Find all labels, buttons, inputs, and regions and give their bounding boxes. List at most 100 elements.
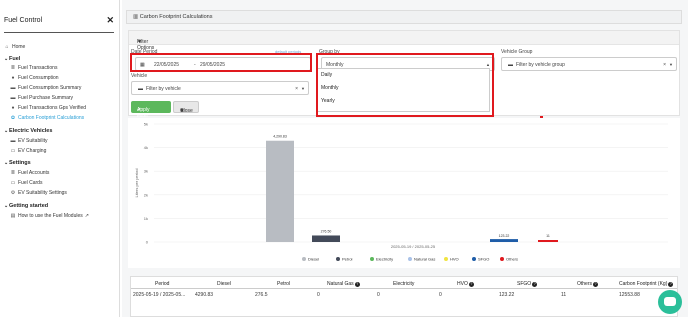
bar-sfgo [490,239,518,242]
col-header-sfgo[interactable]: SFGO? [517,281,538,287]
summary-table: Period Diesel Petrol Natural Gas? Electr… [130,276,678,317]
sidebar-item-ev-charging[interactable]: ▭ EV Charging [10,148,47,154]
help-icon[interactable]: ? [532,282,538,287]
vehicle-group-select[interactable]: ▬ Filter by vehicle group × ▼ [501,57,677,71]
x-tick-label: 2025-05-19 / 2025-05-25 [391,244,436,249]
close-filter-button[interactable]: ✖ Close [173,101,199,114]
col-header-carbon-footprint[interactable]: Carbon Footprint (Kg)? [619,281,674,287]
sidebar-header: Fuel Control ✕ [4,15,114,33]
list-icon: ≣ [10,65,16,71]
clear-icon[interactable]: × [295,86,298,92]
main-content: ▥ Carbon Footprint Calculations ▼ Filter… [122,0,688,317]
data-label: 123.22 [499,234,510,238]
page-title: Carbon Footprint Calculations [139,14,213,20]
apply-filter-button[interactable]: ✔ Apply Filter [131,101,171,119]
sidebar-section-electric-vehicles[interactable]: ⌄Electric Vehicles [4,128,52,134]
table-cell-carbon-footprint: 12553.88 [619,292,640,298]
battery-icon: ▭ [10,148,16,154]
vehicle-group-label: Vehicle Group [501,49,533,55]
highlight-date-period [130,53,312,72]
drop-icon: ● [11,105,15,111]
col-header-diesel[interactable]: Diesel [217,281,231,287]
vehicle-label: Vehicle [131,73,148,79]
sidebar-item-fuel-cards[interactable]: ▭ Fuel Cards [10,180,43,186]
y-tick-label: 0 [146,240,149,245]
sidebar-title: Fuel Control [4,17,43,24]
table-cell-petrol: 276.5 [255,292,268,298]
chat-icon [664,297,676,306]
car-icon: ▬ [10,95,16,101]
y-tick-label: 2k [144,192,148,197]
table-cell-natural-gas: 0 [317,292,320,298]
legend-label: SFGO [478,257,489,262]
chat-button[interactable] [658,290,682,314]
car-icon: ▬ [138,86,143,92]
data-label: 11 [546,234,550,238]
list-icon: ≣ [10,170,16,176]
y-tick-label: 1k [144,216,148,221]
filter-title-bar[interactable]: ▼ Filter Options [129,31,679,51]
bar-diesel [266,140,294,242]
vehicle-placeholder: Filter by vehicle [146,86,181,92]
col-header-electricity[interactable]: Electricity [393,281,414,287]
leaf-icon: ✿ [10,115,16,121]
col-header-period[interactable]: Period [155,281,169,287]
sidebar-item-how-to-use[interactable]: ▤ How to use the Fuel Modules ↗ [10,213,89,219]
table-cell-others: 11 [561,292,567,298]
help-icon[interactable]: ? [354,282,360,287]
sidebar-item-fuel-consumption[interactable]: ● Fuel Consumption [10,75,58,81]
sidebar-section-settings[interactable]: ⌄Settings [4,160,31,166]
gear-icon: ⚙ [10,190,16,196]
legend-label: Others [506,257,518,262]
help-icon[interactable]: ? [668,282,674,287]
table-cell-electricity: 0 [377,292,380,298]
sidebar-section-fuel[interactable]: ⌄Fuel [4,56,20,62]
table-cell-sfgo: 123.22 [499,292,515,298]
col-header-others[interactable]: Others? [577,281,599,287]
legend-marker [302,257,306,261]
highlight-group-by [316,53,494,117]
legend-label: Natural Gas [414,257,435,262]
data-label: 276.50 [321,229,332,233]
sidebar-item-fuel-consumption-summary[interactable]: ▬ Fuel Consumption Summary [10,85,82,91]
home-icon: ⌂ [5,44,9,50]
legend-label: Electricity [376,257,393,262]
sidebar-item-ev-suitability[interactable]: ▬ EV Suitability [10,138,48,144]
table-cell-diesel: 4290.83 [195,292,214,298]
sidebar-item-carbon-footprint[interactable]: ✿ Carbon Footprint Calculations [10,115,84,121]
sidebar-section-getting-started[interactable]: ⌄Getting started [4,203,48,209]
y-tick-label: 3k [144,169,148,174]
col-header-natural-gas[interactable]: Natural Gas? [327,281,360,287]
car-icon: ▬ [10,85,16,91]
sidebar-item-ev-suitability-settings[interactable]: ⚙ EV Suitability Settings [10,190,67,196]
bar-others [538,240,558,242]
sidebar-item-fuel-transactions-gps[interactable]: ● Fuel Transactions Gps Verified [10,105,86,111]
data-label: 4,290.83 [273,135,287,139]
legend-label: HVO [450,257,459,262]
vehicle-select[interactable]: ▬ Filter by vehicle × ▼ [131,81,309,95]
sidebar-item-fuel-transactions[interactable]: ≣ Fuel Transactions [10,65,58,71]
sidebar: Fuel Control ✕ ⌂ Home ⌄Fuel ≣ Fuel Transac… [0,0,120,317]
sidebar-item-fuel-purchase-summary[interactable]: ▬ Fuel Purchase Summary [10,95,74,101]
close-icon[interactable]: ✕ [106,15,114,26]
bar-chart-icon: ▥ [133,14,139,20]
help-icon[interactable]: ? [593,282,599,287]
book-icon: ▤ [10,213,16,219]
col-header-hvo[interactable]: HVO? [457,281,474,287]
legend-label: Diesel [308,257,319,262]
vehicle-group-placeholder: Filter by vehicle group [516,62,565,68]
legend-marker [500,257,504,261]
sidebar-item-fuel-accounts[interactable]: ≣ Fuel Accounts [10,170,50,176]
external-link-icon: ↗ [84,213,89,219]
help-icon[interactable]: ? [468,282,474,287]
table-cell-period: 2025-05-19 / 2025-05... [133,292,186,298]
panel-header: ▥ Carbon Footprint Calculations [126,10,682,24]
car-icon: ▬ [10,138,16,144]
legend-marker [336,257,340,261]
drop-icon: ● [11,75,15,81]
col-header-petrol[interactable]: Petrol [277,281,290,287]
bar-petrol [312,235,340,242]
table-cell-hvo: 0 [439,292,442,298]
sidebar-item-home[interactable]: ⌂ Home [4,44,25,50]
clear-icon[interactable]: × [663,62,666,68]
